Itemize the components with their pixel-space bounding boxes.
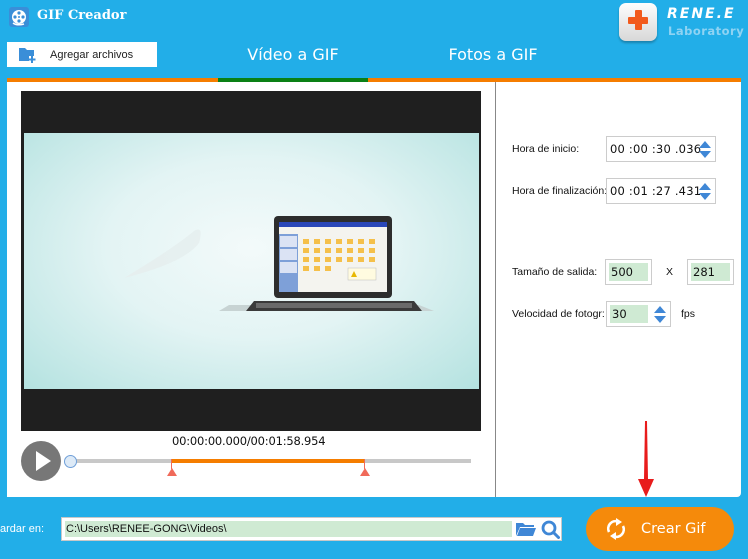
tab-video-to-gif[interactable]: Vídeo a GIF (218, 42, 368, 74)
height-input[interactable] (691, 263, 730, 281)
arrow-down-icon[interactable] (699, 151, 711, 158)
size-separator: X (666, 266, 674, 278)
total-time: 00:01:58.954 (250, 434, 326, 448)
arrow-up-icon[interactable] (699, 183, 711, 190)
width-box (605, 259, 652, 285)
frame-rate-label: Velocidad de fotogr: (512, 308, 605, 320)
start-time-value: 00 :00 :30 .036 (610, 142, 702, 156)
arrow-up-icon[interactable] (699, 141, 711, 148)
logo-subtitle: Laboratory (668, 24, 745, 38)
output-size-label: Tamaño de salida: (512, 266, 598, 278)
add-files-label: Agregar archivos (50, 48, 134, 61)
plus-key-icon (619, 3, 657, 41)
logo-name: RENE.E (667, 6, 736, 22)
folder-icon[interactable] (516, 521, 536, 537)
frame-rate-value[interactable] (610, 305, 648, 323)
app-title: GIF Creador (37, 8, 127, 23)
save-to-label: ardar en: (0, 523, 45, 535)
start-time-label: Hora de inicio: (512, 143, 580, 155)
tab-photos-to-gif[interactable]: Fotos a GIF (418, 42, 568, 74)
create-gif-label: Crear Gif (641, 521, 706, 537)
start-time-input[interactable]: 00 :00 :30 .036 (606, 136, 716, 162)
arrow-down-icon[interactable] (699, 193, 711, 200)
end-time-stepper[interactable] (699, 183, 711, 201)
frame-rate-stepper[interactable] (654, 306, 666, 324)
current-time: 00:00:00.000 (172, 434, 247, 448)
start-marker-handle[interactable] (167, 459, 178, 477)
height-box (687, 259, 734, 285)
playhead-handle[interactable] (64, 455, 77, 468)
video-frame (24, 133, 479, 389)
create-gif-button[interactable]: Crear Gif (586, 507, 734, 551)
play-button[interactable] (21, 441, 61, 481)
arrow-up-icon[interactable] (654, 306, 666, 313)
end-time-label: Hora de finalización: (512, 185, 608, 197)
start-time-stepper[interactable] (699, 141, 711, 159)
annotation-arrow-icon (638, 421, 654, 497)
panel-divider (495, 82, 496, 497)
time-readout: 00:00:00.000/00:01:58.954 (172, 434, 326, 448)
add-folder-icon (19, 47, 36, 63)
end-time-input[interactable]: 00 :01 :27 .431 (606, 178, 716, 204)
selected-range (171, 459, 364, 463)
film-reel-icon (9, 7, 29, 27)
width-input[interactable] (609, 263, 648, 281)
arrow-down-icon[interactable] (654, 316, 666, 323)
save-path-input[interactable] (65, 521, 512, 537)
add-files-button[interactable]: Agregar archivos (7, 42, 157, 67)
title-bar: GIF Creador RENE.E Laboratory (0, 0, 748, 41)
search-icon[interactable] (541, 520, 560, 539)
fps-unit: fps (681, 308, 696, 320)
laptop-illustration (124, 216, 434, 311)
frame-rate-input[interactable] (606, 301, 671, 327)
end-marker-handle[interactable] (359, 459, 370, 477)
save-path-field (61, 517, 562, 541)
end-time-value: 00 :01 :27 .431 (610, 184, 702, 198)
refresh-icon (606, 518, 626, 540)
renee-logo: RENE.E Laboratory (619, 3, 744, 43)
